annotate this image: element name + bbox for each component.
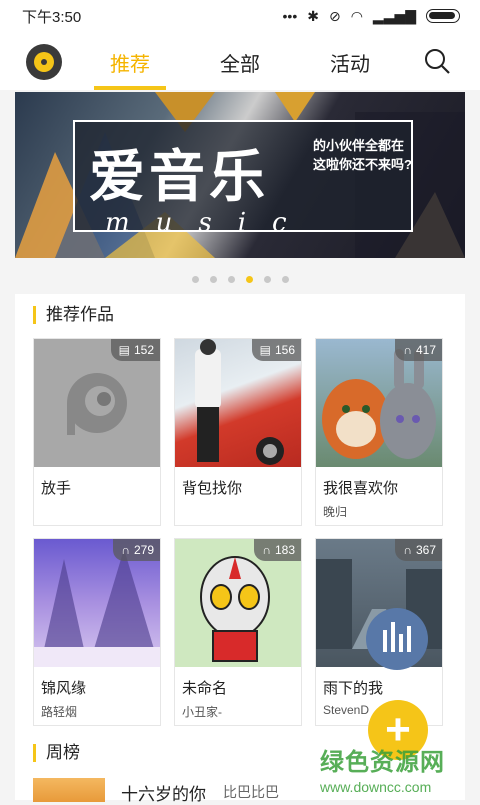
tab-recommend[interactable]: 推荐 (90, 48, 170, 90)
work-cover: ▤ 156 (175, 339, 301, 467)
play-count-badge: ▤ 156 (251, 339, 301, 361)
weekly-rank-author: 比巴比巴 (223, 784, 279, 800)
tab-all[interactable]: 全部 (200, 48, 280, 77)
play-count-badge: ∩ 183 (254, 539, 301, 561)
headphones-icon: ∩ (262, 543, 271, 557)
work-author: 路轻烟 (41, 705, 78, 719)
play-count-badge: ∩ 279 (113, 539, 160, 561)
work-author: 晚归 (323, 505, 348, 519)
status-bar: 下午3:50 ••• ✱ ⊘ ◠ ▂▃▅▇ (0, 0, 480, 32)
tab-activity[interactable]: 活动 (310, 48, 390, 77)
status-icons: ••• ✱ ⊘ ◠ ▂▃▅▇ (283, 8, 460, 25)
lyrics-icon: ▤ (259, 343, 271, 357)
carousel-dot[interactable] (227, 276, 235, 283)
section-title-weekly: 周榜 (33, 744, 80, 762)
work-author: 小丑家- (182, 705, 222, 719)
play-count-badge: ∩ 417 (395, 339, 442, 361)
work-title: 锦风缘 (41, 680, 87, 697)
headphones-icon: ∩ (121, 543, 130, 557)
work-title: 背包找你 (182, 480, 243, 497)
banner-side-text: 的小伙伴全都在这啦你还不来吗? (313, 138, 412, 172)
weekly-rank-title: 十六岁的你 (121, 785, 206, 804)
work-cover: ∩ 183 (175, 539, 301, 667)
watermark-line2: www.downcc.com (320, 779, 432, 795)
notification-dots-icon: ••• (282, 8, 298, 24)
lyrics-icon: ▤ (118, 343, 130, 357)
work-title: 我很喜欢你 (323, 480, 399, 497)
top-nav: 推荐 全部 活动 (0, 32, 480, 90)
carousel-dot[interactable] (281, 276, 289, 283)
battery-icon (426, 9, 460, 23)
signal-icon: ▂▃▅▇ (372, 7, 416, 24)
watermark: 绿色资源网 www.downcc.com (320, 742, 445, 795)
work-card[interactable]: ∩ 279 锦风缘 路轻烟 (33, 538, 161, 726)
bar-chart-icon (383, 630, 387, 652)
carousel-dot-active[interactable] (245, 276, 253, 283)
work-cover: ▤ 152 (34, 339, 160, 467)
mute-icon: ⊘ (328, 7, 341, 24)
app-logo-icon[interactable] (26, 44, 62, 80)
carousel-dot[interactable] (263, 276, 271, 283)
status-time: 下午3:50 (22, 8, 82, 26)
work-cover: ∩ 417 (316, 339, 442, 467)
banner[interactable]: 爱音乐 的小伙伴全都在这啦你还不来吗? music (15, 92, 465, 258)
section-title-recommend: 推荐作品 (33, 306, 114, 324)
work-card[interactable]: ▤ 156 背包找你 (174, 338, 302, 526)
carousel-indicator (0, 276, 480, 283)
work-card[interactable]: ∩ 183 未命名 小丑家- (174, 538, 302, 726)
search-icon[interactable] (424, 48, 450, 74)
carousel-dot[interactable] (209, 276, 217, 283)
banner-title: 爱音乐 (89, 145, 269, 210)
work-author: StevenD (323, 703, 370, 717)
watermark-line1: 绿色资源网 (320, 749, 445, 776)
work-title: 雨下的我 (323, 680, 384, 697)
headphones-icon: ∩ (403, 543, 412, 557)
work-card[interactable]: ∩ 417 我很喜欢你 晚归 (315, 338, 443, 526)
headphones-icon: ∩ (403, 343, 412, 357)
work-cover: ∩ 279 (34, 539, 160, 667)
carousel-dot[interactable] (191, 276, 199, 283)
weekly-rank-cover (33, 778, 105, 802)
work-title: 放手 (41, 480, 72, 497)
music-chart-button[interactable] (366, 608, 428, 670)
work-title: 未命名 (182, 680, 228, 697)
banner-subtitle: music (105, 208, 313, 238)
bluetooth-icon: ✱ (307, 7, 319, 24)
play-count-badge: ∩ 367 (395, 539, 442, 561)
wifi-icon: ◠ (350, 7, 363, 24)
play-count-badge: ▤ 152 (110, 339, 160, 361)
work-card[interactable]: ▤ 152 放手 (33, 338, 161, 526)
banner-title-box: 爱音乐 的小伙伴全都在这啦你还不来吗? music (73, 120, 413, 238)
